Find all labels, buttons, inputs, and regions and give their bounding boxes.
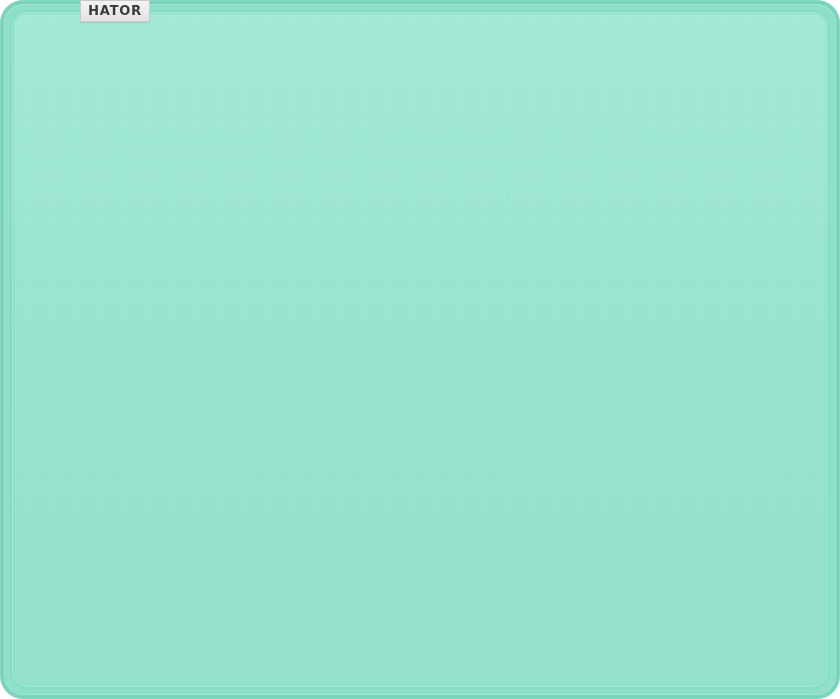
product-photo: HATOR	[0, 0, 840, 699]
stitched-edge	[10, 10, 830, 689]
brand-tag: HATOR	[80, 0, 150, 22]
mousepad	[1, 1, 839, 698]
brand-label: HATOR	[88, 3, 142, 19]
